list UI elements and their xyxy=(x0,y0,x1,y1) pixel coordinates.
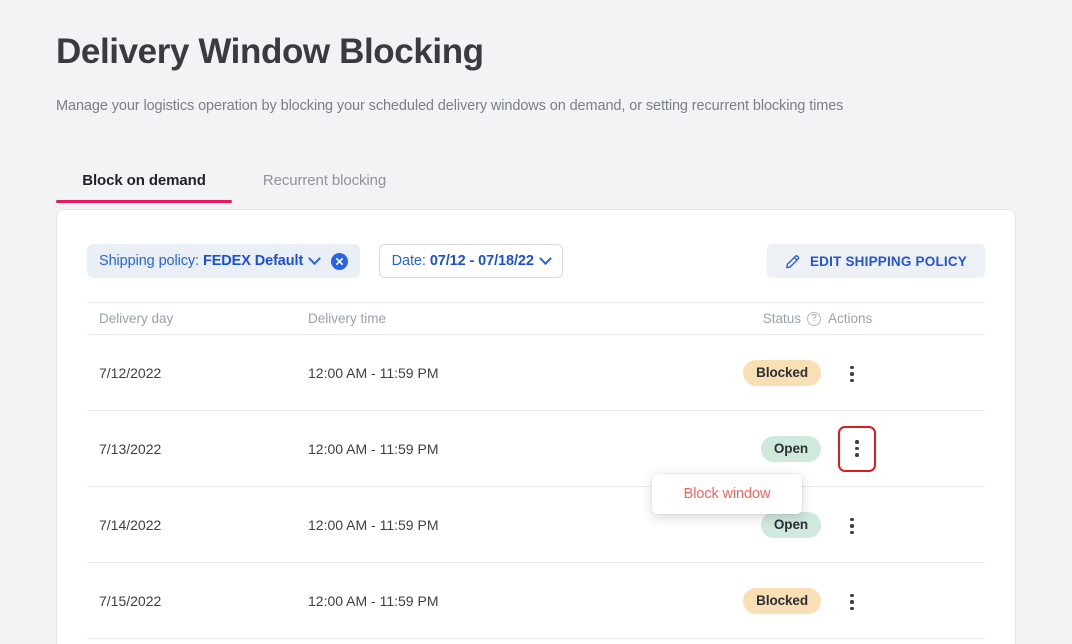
content-card: Shipping policy: FEDEX Default Date: 07/… xyxy=(56,209,1016,644)
column-header-delivery-time: Delivery time xyxy=(308,311,681,326)
table-row: 7/14/2022 12:00 AM - 11:59 PM Open xyxy=(87,487,985,563)
kebab-dot xyxy=(850,366,854,370)
column-header-status-label: Status xyxy=(763,311,801,326)
close-circle-icon[interactable] xyxy=(331,253,348,270)
shipping-policy-label: Shipping policy: xyxy=(99,253,199,269)
kebab-dot xyxy=(850,531,854,535)
row-actions-menu-button[interactable] xyxy=(838,511,866,541)
table-row: 7/15/2022 12:00 AM - 11:59 PM Blocked xyxy=(87,563,985,639)
date-value: 07/12 - 07/18/22 xyxy=(430,253,534,269)
cell-actions xyxy=(828,584,985,617)
cell-actions xyxy=(828,508,985,541)
chevron-down-icon xyxy=(539,252,552,265)
kebab-dot xyxy=(850,594,854,598)
menu-item-block-window[interactable]: Block window xyxy=(652,484,802,504)
kebab-dot xyxy=(850,524,854,528)
date-label: Date: xyxy=(392,253,426,269)
table-header-row: Delivery day Delivery time Status ? Acti… xyxy=(87,302,985,335)
kebab-dot xyxy=(850,372,854,376)
cell-status: Open xyxy=(681,436,828,462)
cell-actions xyxy=(828,426,985,472)
chevron-down-icon xyxy=(308,252,321,265)
edit-shipping-policy-label: EDIT SHIPPING POLICY xyxy=(810,254,967,269)
cell-delivery-day: 7/14/2022 xyxy=(87,517,308,533)
cell-status: Blocked xyxy=(681,588,828,614)
question-circle-icon[interactable]: ? xyxy=(807,312,821,326)
kebab-dot xyxy=(855,447,859,451)
tab-recurrent-blocking[interactable]: Recurrent blocking xyxy=(232,172,417,203)
status-badge: Blocked xyxy=(743,588,821,614)
cell-delivery-time: 12:00 AM - 11:59 PM xyxy=(308,593,681,609)
status-badge: Open xyxy=(761,436,821,462)
delivery-windows-table: Delivery day Delivery time Status ? Acti… xyxy=(87,302,985,639)
column-header-status: Status ? xyxy=(681,311,828,326)
page-title: Delivery Window Blocking xyxy=(56,33,484,72)
page-root: Delivery Window Blocking Manage your log… xyxy=(0,0,1072,644)
filter-chip-date[interactable]: Date: 07/12 - 07/18/22 xyxy=(379,244,563,278)
cell-actions xyxy=(828,356,985,389)
cell-status: Open xyxy=(681,512,828,538)
status-badge: Blocked xyxy=(743,360,821,386)
row-actions-menu-button[interactable] xyxy=(838,359,866,389)
cell-delivery-day: 7/13/2022 xyxy=(87,441,308,457)
kebab-dot xyxy=(855,453,859,457)
kebab-dot xyxy=(850,518,854,522)
table-row: 7/13/2022 12:00 AM - 11:59 PM Open xyxy=(87,411,985,487)
status-badge: Open xyxy=(761,512,821,538)
tab-block-on-demand[interactable]: Block on demand xyxy=(56,172,232,203)
tab-bar: Block on demand Recurrent blocking xyxy=(56,172,417,203)
row-actions-menu-button[interactable] xyxy=(838,587,866,617)
kebab-dot xyxy=(850,379,854,383)
table-row: 7/12/2022 12:00 AM - 11:59 PM Blocked xyxy=(87,335,985,411)
cell-delivery-time: 12:00 AM - 11:59 PM xyxy=(308,441,681,457)
pencil-icon xyxy=(785,253,801,269)
filter-chip-shipping-policy[interactable]: Shipping policy: FEDEX Default xyxy=(87,244,360,278)
row-actions-dropdown: Block window xyxy=(652,474,802,514)
cell-delivery-day: 7/12/2022 xyxy=(87,365,308,381)
column-header-actions: Actions xyxy=(828,311,985,326)
edit-shipping-policy-button[interactable]: EDIT SHIPPING POLICY xyxy=(767,244,985,278)
cell-delivery-day: 7/15/2022 xyxy=(87,593,308,609)
column-header-delivery-day: Delivery day xyxy=(87,311,308,326)
cell-status: Blocked xyxy=(681,360,828,386)
cell-delivery-time: 12:00 AM - 11:59 PM xyxy=(308,365,681,381)
row-actions-menu-button-active[interactable] xyxy=(838,426,876,472)
kebab-dot xyxy=(850,600,854,604)
filter-bar: Shipping policy: FEDEX Default Date: 07/… xyxy=(87,244,985,278)
kebab-dot xyxy=(850,607,854,611)
kebab-dot xyxy=(855,440,859,444)
cell-delivery-time: 12:00 AM - 11:59 PM xyxy=(308,517,681,533)
shipping-policy-value: FEDEX Default xyxy=(203,253,303,269)
page-subtitle: Manage your logistics operation by block… xyxy=(56,98,843,114)
